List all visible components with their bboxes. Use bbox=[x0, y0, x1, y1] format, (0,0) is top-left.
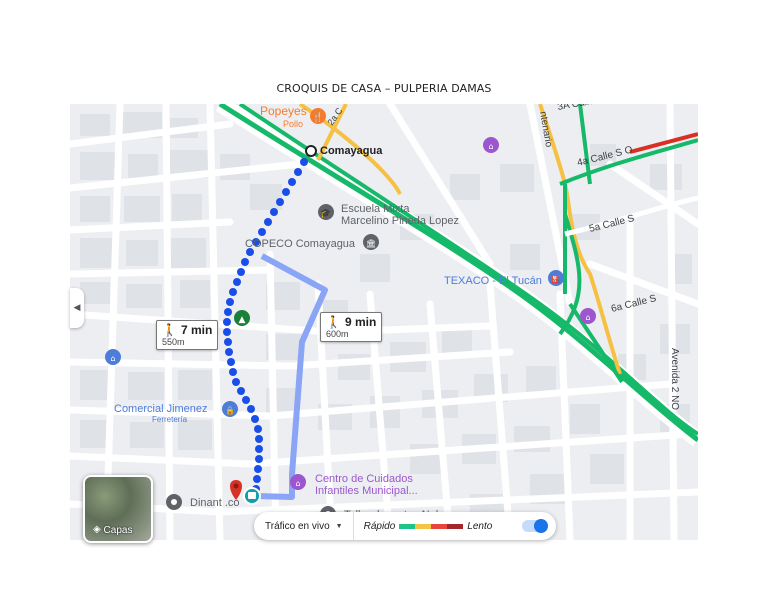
transit-stop-icon bbox=[243, 487, 261, 505]
traffic-toggle[interactable] bbox=[522, 519, 548, 533]
place-icon bbox=[166, 494, 182, 510]
shopping-icon: 🔒 bbox=[222, 401, 238, 417]
route-callout-primary[interactable]: 🚶 7 min 550m bbox=[156, 320, 219, 350]
svg-text:⌂: ⌂ bbox=[110, 354, 115, 363]
label-escuela-2: Marcelino Pineda Lopez bbox=[341, 215, 459, 227]
walking-icon: 🚶 bbox=[162, 323, 177, 337]
caret-down-icon: ▼ bbox=[335, 522, 343, 530]
label-copeco: COPECO Comayagua bbox=[245, 238, 356, 250]
landmark-icon: ⌂ bbox=[483, 137, 499, 153]
page-title: CROQUIS DE CASA – PULPERIA DAMAS bbox=[276, 82, 492, 95]
svg-text:⌂: ⌂ bbox=[295, 479, 300, 488]
traffic-select-label: Tráfico en vivo bbox=[265, 520, 330, 532]
label-comercial-sub: Ferretería bbox=[152, 415, 188, 424]
route-callout-alternate[interactable]: 🚶 9 min 600m bbox=[320, 312, 383, 342]
gas-station-icon: ⛽ bbox=[548, 270, 564, 286]
legend-slow: Lento bbox=[467, 520, 493, 532]
childcare-icon: ⌂ bbox=[290, 474, 306, 490]
route-distance: 600m bbox=[326, 329, 349, 339]
svg-text:🔒: 🔒 bbox=[225, 406, 235, 415]
collapse-panel-button[interactable]: ◀ bbox=[70, 288, 84, 328]
government-icon: 🏛 bbox=[363, 234, 379, 250]
route-time: 7 min bbox=[180, 323, 213, 337]
store-icon: ⌂ bbox=[580, 308, 596, 324]
label-texaco: TEXACO - El Tucán bbox=[444, 275, 542, 287]
label-popeyes: Popeyes bbox=[260, 104, 307, 118]
traffic-legend: Tráfico en vivo ▼ Rápido Lento bbox=[254, 512, 556, 540]
svg-text:⌂: ⌂ bbox=[488, 142, 493, 151]
label-escuela-1: Escuela Mixta bbox=[341, 203, 410, 215]
origin-marker bbox=[305, 145, 317, 157]
home-icon: ⌂ bbox=[105, 349, 121, 365]
svg-text:⛽: ⛽ bbox=[551, 274, 561, 284]
traffic-color-bar bbox=[399, 523, 464, 529]
divider bbox=[352, 512, 354, 540]
label-comayagua: Comayagua bbox=[320, 145, 383, 157]
toggle-knob bbox=[534, 519, 548, 533]
route-distance: 550m bbox=[162, 337, 185, 347]
park-icon: ▲ bbox=[234, 310, 250, 326]
svg-text:🏛: 🏛 bbox=[366, 239, 376, 248]
label-centro-1: Centro de Cuidados bbox=[315, 473, 413, 485]
svg-text:⌂: ⌂ bbox=[585, 313, 590, 322]
layers-button[interactable]: ◈ Capas bbox=[83, 475, 153, 543]
label-comercial: Comercial Jimenez bbox=[114, 403, 208, 415]
traffic-select[interactable]: Tráfico en vivo ▼ bbox=[254, 521, 343, 532]
school-icon: 🎓 bbox=[318, 204, 334, 220]
label-dinant: Dinant .co bbox=[190, 497, 240, 509]
svg-text:🍴: 🍴 bbox=[312, 111, 323, 123]
svg-text:▲: ▲ bbox=[239, 315, 246, 325]
svg-text:🎓: 🎓 bbox=[320, 208, 331, 219]
layers-label: Capas bbox=[103, 525, 133, 536]
legend-fast: Rápido bbox=[363, 520, 396, 532]
label-centro-2: Infantiles Municipal... bbox=[315, 485, 418, 497]
walking-icon: 🚶 bbox=[326, 315, 341, 329]
restaurant-icon: 🍴 bbox=[310, 108, 326, 124]
label-avenida: Avenida 2 NO bbox=[669, 348, 680, 410]
label-popeyes-sub: Pollo bbox=[283, 119, 303, 129]
chevron-left-icon: ◀ bbox=[73, 303, 81, 313]
route-time: 9 min bbox=[344, 315, 377, 329]
